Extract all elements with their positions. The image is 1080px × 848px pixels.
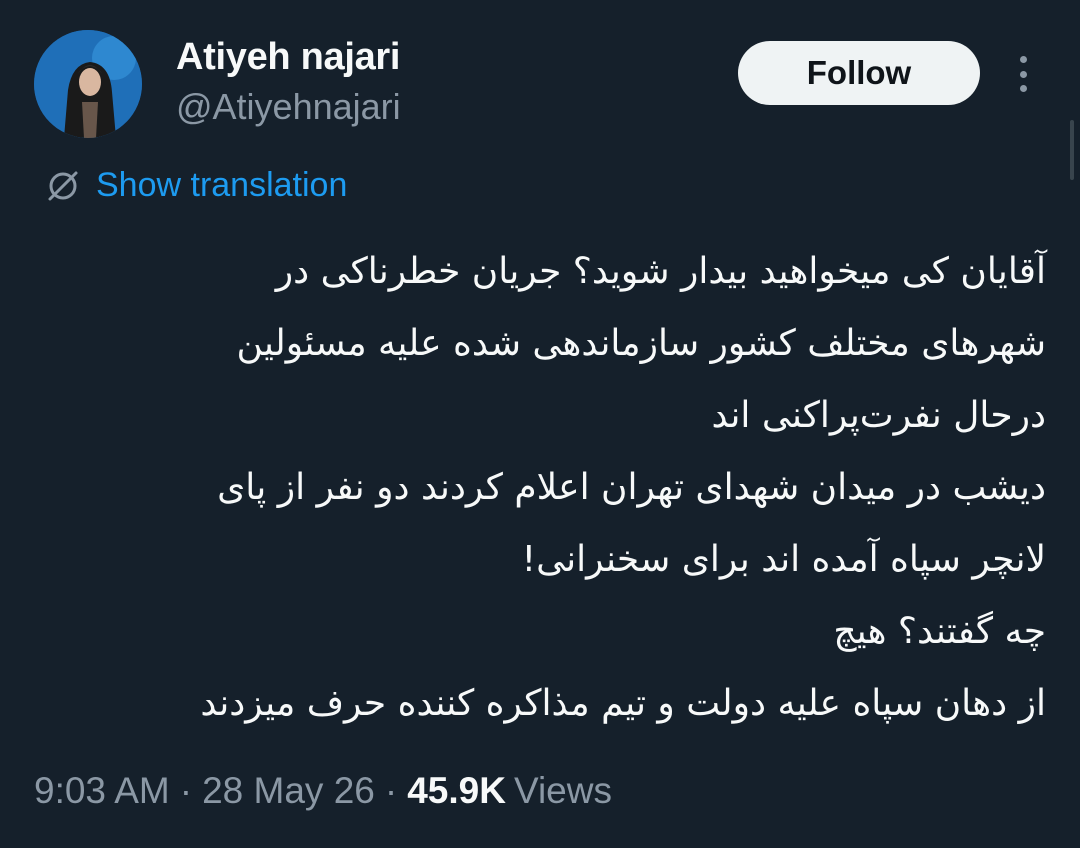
tweet-meta: 9:03 AM · 28 May 26 · 45.9K Views	[34, 770, 612, 812]
globe-translate-icon	[48, 171, 78, 200]
tweet-time[interactable]: 9:03 AM	[34, 770, 170, 812]
follow-button[interactable]: Follow	[738, 41, 980, 105]
tweet-line: از دهان سپاه علیه دولت و تیم مذاکره کنند…	[200, 683, 1046, 724]
show-translation-link[interactable]: Show translation	[44, 166, 347, 205]
tweet-line: لانچر سپاه آمده اند برای سخنرانی!	[521, 539, 1046, 580]
tweet-line: شهرهای مختلف کشور سازماندهی شده علیه مسئ…	[236, 323, 1046, 364]
views-label: Views	[513, 770, 612, 811]
author-avatar[interactable]	[34, 30, 142, 138]
avatar-image	[34, 30, 142, 138]
tweet-line: چه گفتند؟ هیچ	[833, 611, 1046, 652]
author-display-name[interactable]: Atiyeh najari	[176, 36, 400, 79]
views-count: 45.9K	[407, 770, 506, 811]
more-dot	[1019, 56, 1027, 63]
show-translation-label: Show translation	[96, 166, 348, 204]
tweet-line: دیشب در میدان شهدای تهران اعلام کردند دو…	[217, 467, 1046, 508]
more-dot	[1019, 70, 1027, 78]
tweet-line: آقایان کی میخواهید بیدار شوید؟ جریان خطر…	[275, 251, 1046, 292]
more-dot	[1019, 85, 1027, 92]
tweet-text: آقایان کی میخواهید بیدار شوید؟ جریان خطر…	[40, 236, 1046, 740]
meta-separator: ·	[179, 770, 193, 811]
meta-separator: ·	[384, 770, 398, 811]
more-vertical-icon[interactable]	[1008, 52, 1038, 96]
tweet-line: درحال نفرت‌پراکنی اند	[711, 395, 1046, 436]
tweet-date[interactable]: 28 May 26	[202, 770, 375, 812]
author-handle[interactable]: @Atiyehnajari	[176, 86, 401, 128]
scrollbar[interactable]	[1070, 120, 1074, 180]
